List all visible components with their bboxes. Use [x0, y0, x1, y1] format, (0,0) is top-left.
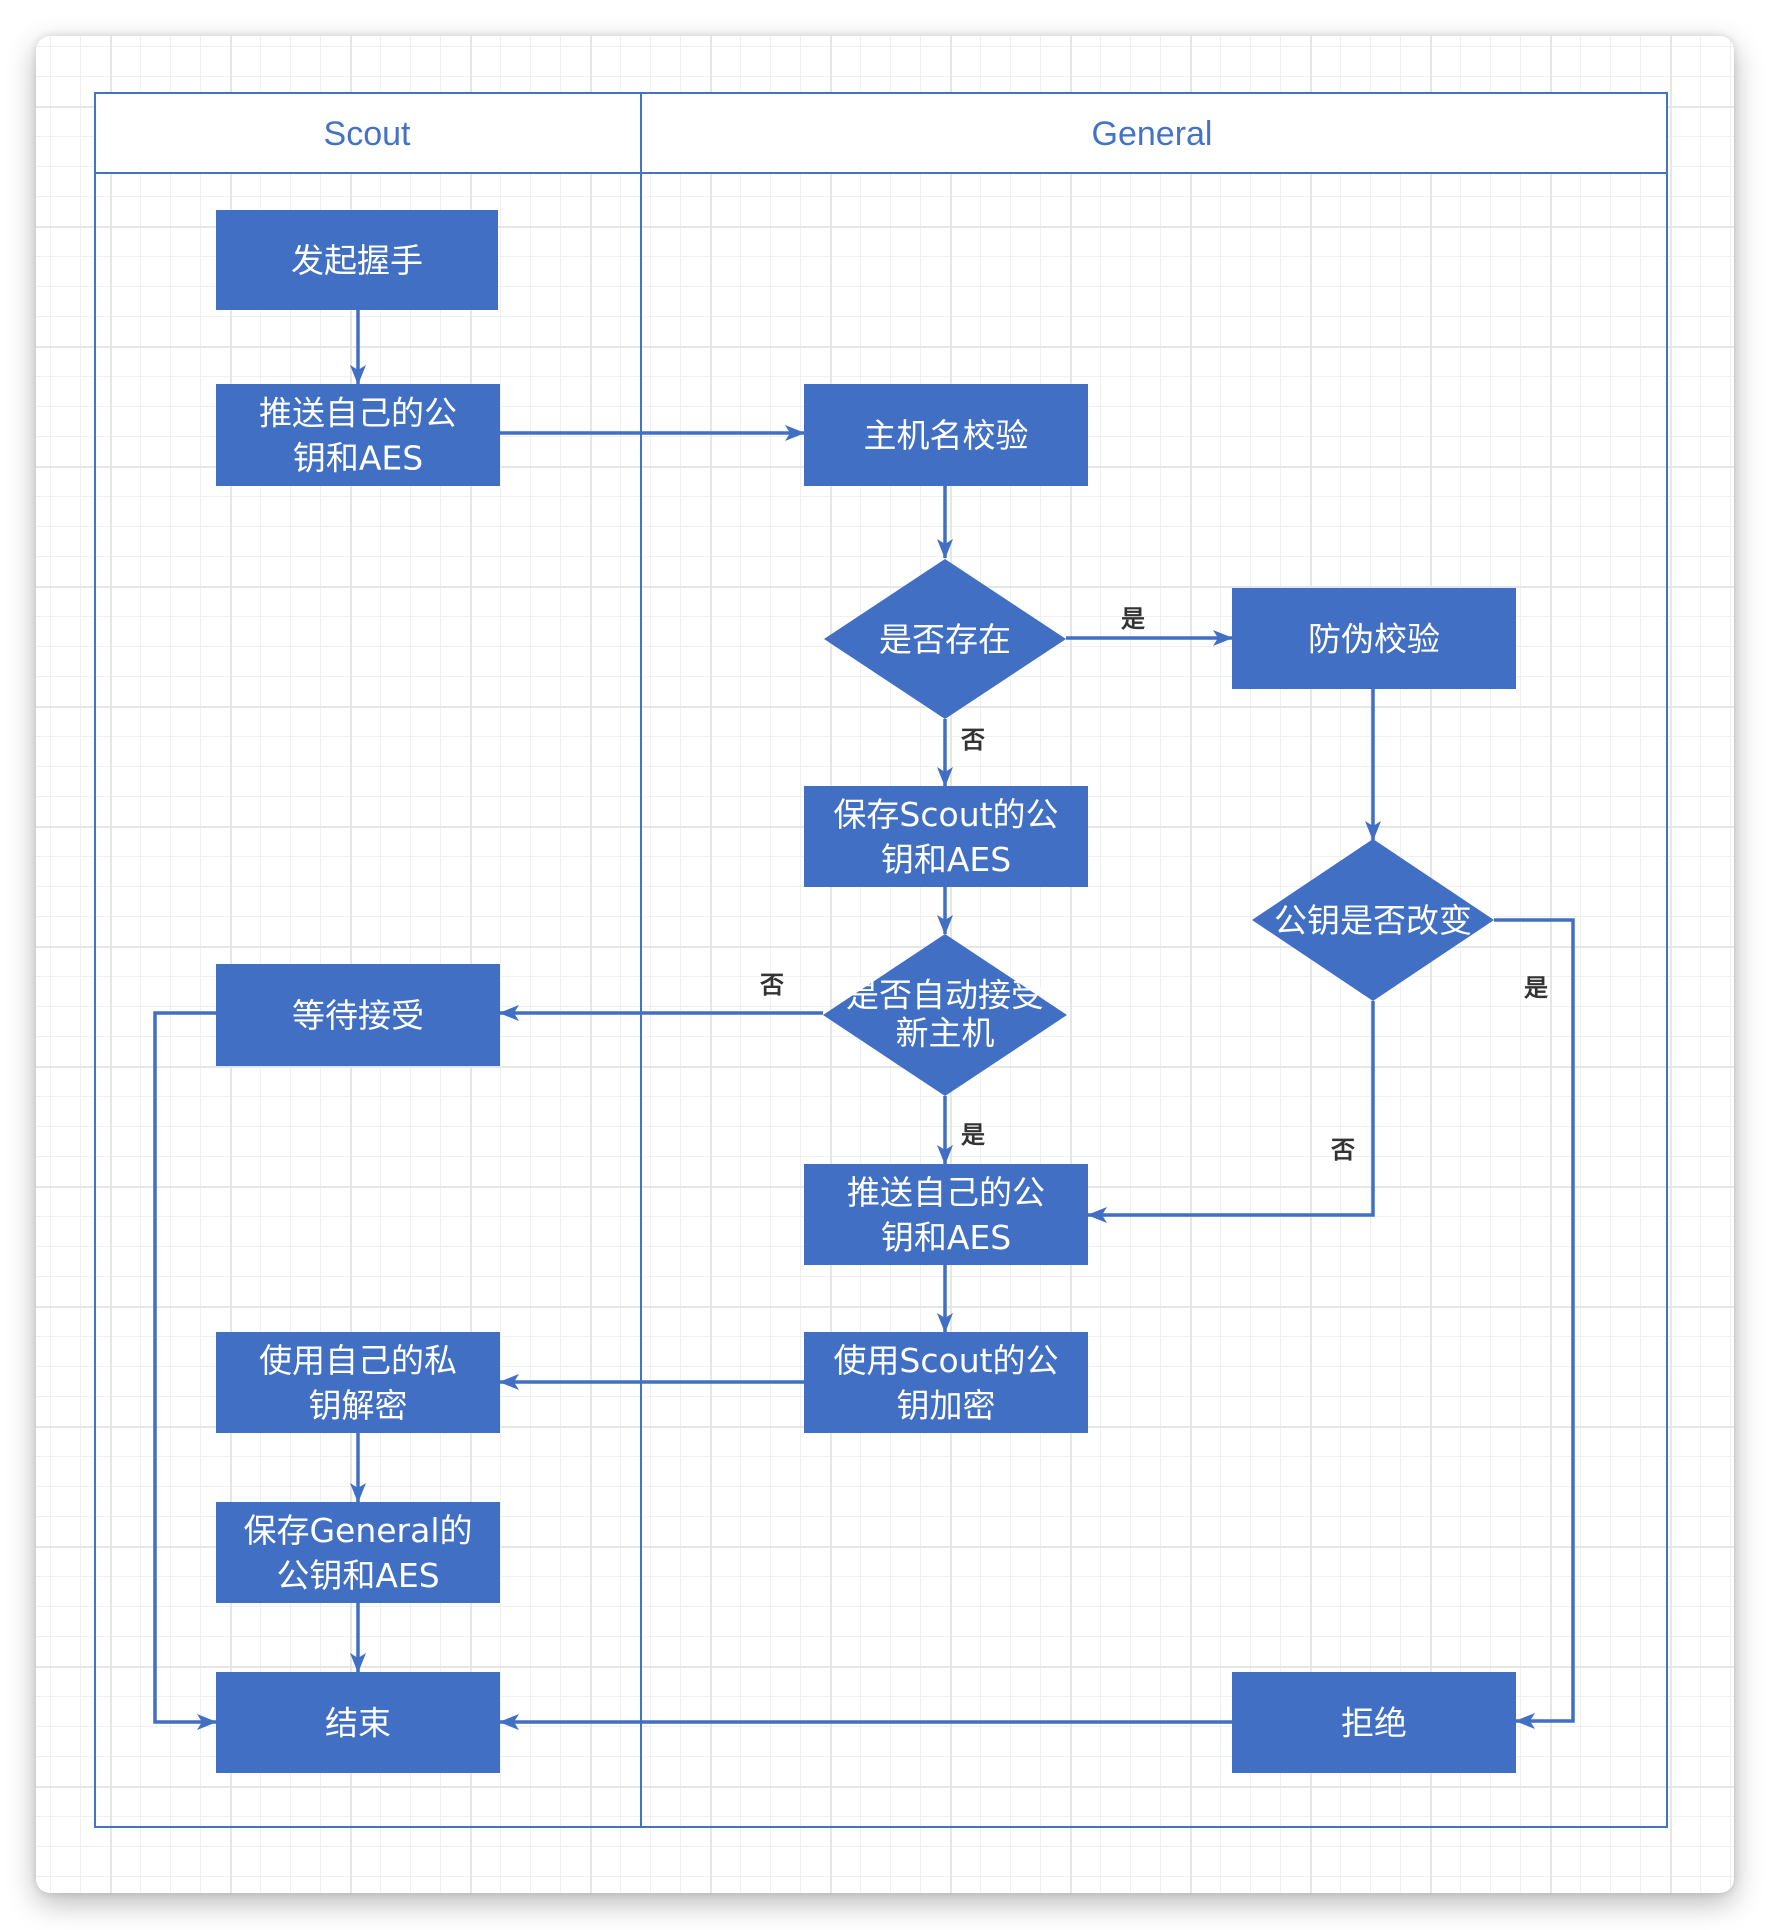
edge-label-d2-to-n6: 否 [759, 971, 784, 999]
node-label: 保存General的 [243, 1511, 472, 1550]
process-n3[interactable]: 主机名校验 [804, 384, 1088, 486]
process-n12[interactable]: 拒绝 [1232, 1672, 1516, 1773]
edge-d3-to-n7 [1087, 1001, 1375, 1223]
node-label: 推送自己的公 [847, 1173, 1045, 1212]
lane-title-general: General [1092, 115, 1213, 153]
node-label: 钥和AES [881, 1218, 1011, 1257]
decision-d3[interactable]: 公钥是否改变 [1252, 839, 1494, 1001]
process-n2[interactable]: 推送自己的公钥和AES [216, 384, 500, 486]
node-label: 防伪校验 [1308, 619, 1440, 658]
lane-title-scout: Scout [324, 115, 411, 153]
edge-label-d1-to-n4: 是 [1121, 605, 1145, 633]
process-n10[interactable]: 保存General的公钥和AES [216, 1502, 500, 1603]
process-n11[interactable]: 结束 [216, 1672, 500, 1773]
node-label: 使用Scout的公 [833, 1341, 1058, 1380]
node-label: 钥和AES [881, 840, 1011, 879]
node-label: 发起握手 [291, 241, 423, 280]
nodes: 发起握手推送自己的公钥和AES主机名校验是否存在 防伪校验保存Scout的公钥和A… [216, 210, 1516, 1773]
node-label: 钥加密 [897, 1386, 996, 1425]
node-label: 等待接受 [292, 996, 424, 1035]
process-n5[interactable]: 保存Scout的公钥和AES [804, 786, 1088, 887]
edge-n6-to-n11 [153, 1011, 217, 1730]
edge-label-d3-to-n12: 是 [1524, 974, 1548, 1002]
node-label: 主机名校验 [864, 416, 1029, 455]
node-label: 是否自动接受 [846, 975, 1044, 1014]
decision-d2[interactable]: 是否自动接受新主机 [823, 934, 1067, 1096]
node-label: 使用自己的私 [259, 1341, 457, 1380]
process-n6[interactable]: 等待接受 [216, 964, 500, 1066]
node-label: 公钥和AES [276, 1556, 439, 1595]
edge-label-d3-to-n7: 否 [1330, 1136, 1355, 1164]
node-label: 保存Scout的公 [833, 795, 1058, 834]
node-label: 钥解密 [309, 1386, 408, 1425]
node-label: 推送自己的公 [259, 393, 457, 432]
node-label: 钥和AES [293, 438, 423, 477]
edge-d3-to-n12 [1494, 918, 1575, 1729]
node-label: 新主机 [896, 1013, 995, 1052]
node-label: 结束 [325, 1703, 391, 1742]
node-label: 公钥是否改变 [1274, 901, 1472, 940]
node-label: 拒绝 [1341, 1703, 1407, 1742]
decision-d1[interactable]: 是否存在 [824, 559, 1066, 719]
edge-label-d2-to-n7: 是 [961, 1121, 985, 1149]
flowchart-diagram: Scout General 发起握手推送自己的公钥和AES主机名校验是否存在 防伪… [94, 92, 1668, 1828]
process-n8[interactable]: 使用Scout的公钥加密 [804, 1332, 1088, 1433]
process-n9[interactable]: 使用自己的私钥解密 [216, 1332, 500, 1433]
edge-label-d1-to-n5: 否 [960, 726, 985, 754]
process-n4[interactable]: 防伪校验 [1232, 588, 1516, 689]
process-n1[interactable]: 发起握手 [216, 210, 498, 310]
process-n7[interactable]: 推送自己的公钥和AES [804, 1164, 1088, 1265]
node-label: 是否存在 [879, 620, 1011, 659]
